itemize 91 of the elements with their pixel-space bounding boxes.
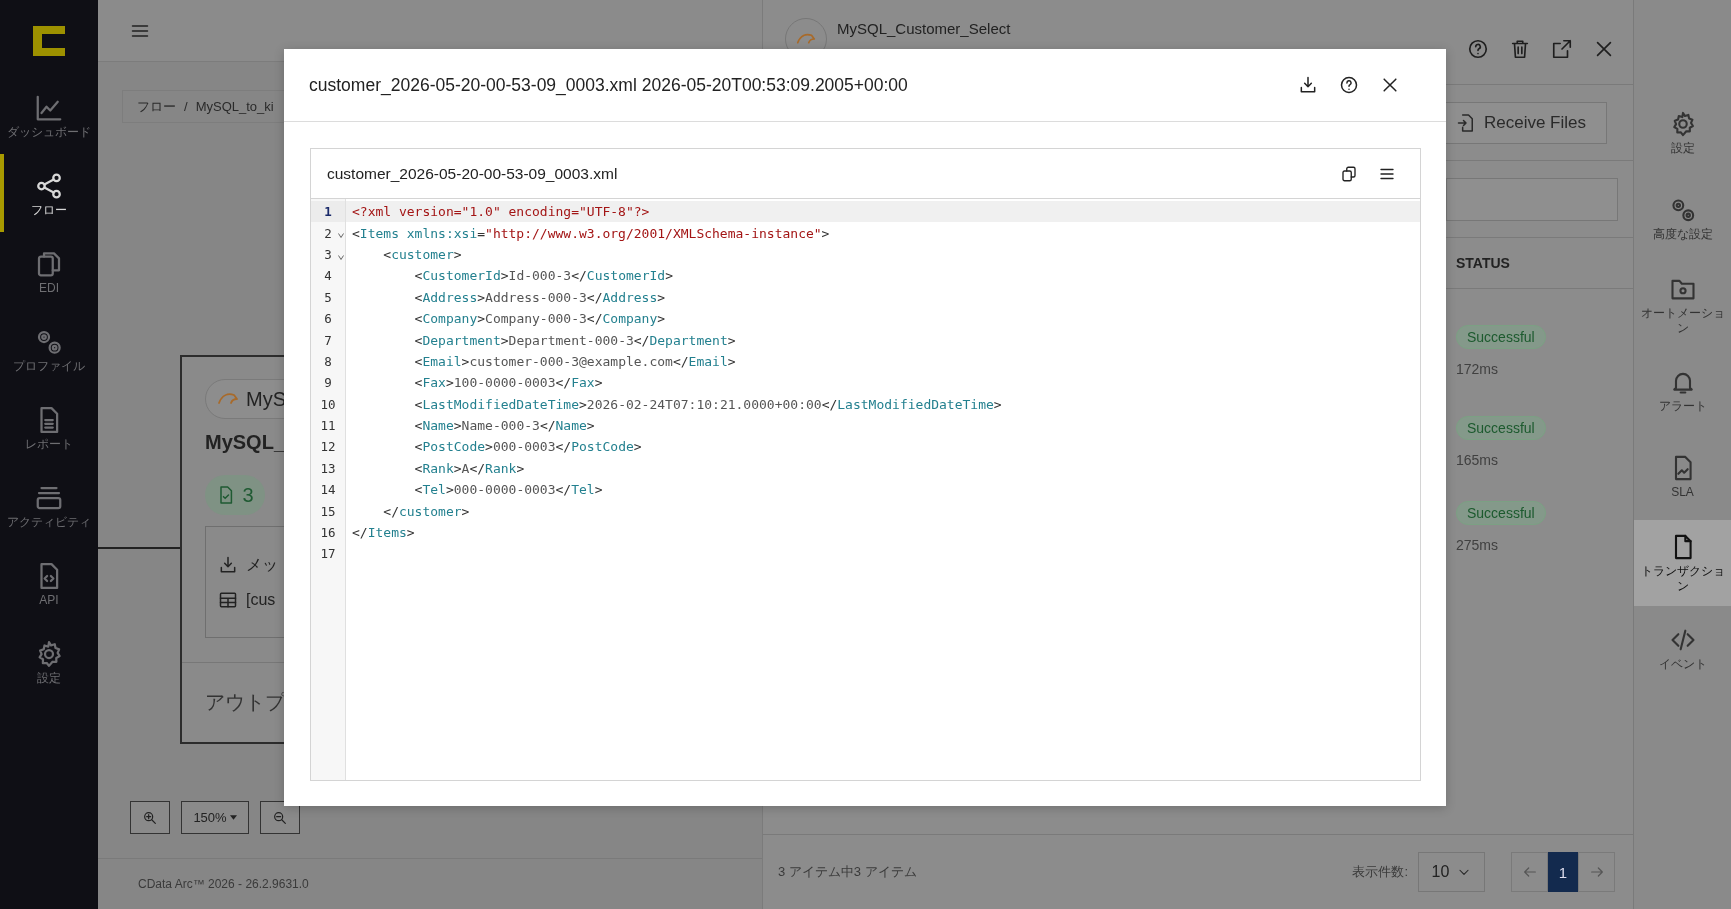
- detail-text: [cus: [246, 590, 276, 609]
- status-badge: Successful: [1456, 416, 1546, 440]
- side-tab[interactable]: アラート: [1634, 348, 1731, 434]
- side-tab[interactable]: オートメーション: [1634, 262, 1731, 348]
- code-line: <Address>Address-000-3</Address>: [413, 289, 666, 305]
- nav-item[interactable]: レポート: [0, 388, 98, 466]
- zoom-in-icon: [142, 809, 158, 826]
- file-name: customer_2026-05-20-00-53-09_0003.xml: [327, 164, 618, 183]
- nav-item[interactable]: API: [0, 544, 98, 622]
- code-line: <customer>: [382, 246, 462, 262]
- download-icon: [218, 555, 238, 575]
- line-number: 6: [324, 311, 332, 327]
- arrow-left-icon: [1521, 864, 1538, 880]
- line-number: 11: [320, 418, 336, 434]
- side-tab[interactable]: 設定: [1634, 90, 1731, 176]
- status-badge: Successful: [1456, 325, 1546, 349]
- trash-icon: [1509, 38, 1531, 60]
- duration-text: 172ms: [1456, 361, 1499, 377]
- side-tab[interactable]: イベント: [1634, 606, 1731, 692]
- connector-name: MyS: [246, 387, 286, 411]
- line-number: 13: [320, 460, 336, 476]
- line-number: 7: [324, 332, 332, 348]
- file-import-icon: [1455, 112, 1476, 133]
- version-text: CData Arc™ 2026 - 26.2.9631.0: [138, 877, 309, 891]
- detail-text: メッ: [246, 554, 278, 575]
- code-line: <Email>customer-000-3@example.com</Email>: [413, 353, 736, 369]
- line-number: 5: [324, 289, 332, 305]
- page-size-dropdown[interactable]: 10: [1418, 852, 1485, 892]
- zoom-out-button[interactable]: [260, 801, 300, 834]
- code-line: </Items>: [352, 525, 415, 541]
- code-line: <CustomerId>Id-000-3</CustomerId>: [413, 268, 673, 284]
- line-number: 4: [324, 268, 332, 284]
- page-size-label: 表示件数:: [1352, 863, 1408, 881]
- fold-chevron-icon[interactable]: [338, 233, 344, 239]
- line-number: 8: [324, 353, 332, 369]
- code-line: <Tel>000-0000-0003</Tel>: [413, 482, 603, 498]
- search-field[interactable]: [1446, 177, 1618, 221]
- side-tab[interactable]: SLA: [1634, 434, 1731, 520]
- fold-chevron-icon[interactable]: [338, 254, 344, 260]
- code-line: <Department>Department-000-3</Department>: [413, 332, 736, 348]
- code-line: <PostCode>000-0003</PostCode>: [413, 439, 642, 455]
- duration-text: 165ms: [1456, 452, 1499, 468]
- line-number: 9: [324, 375, 332, 391]
- copy-icon: [1340, 164, 1358, 183]
- code-line: <LastModifiedDateTime>2026-02-24T07:10:21.0000+00:00</LastModifiedDateTime>: [413, 396, 1002, 412]
- code-line: <Company>Company-000-3</Company>: [413, 311, 666, 327]
- file-count-badge: 3: [205, 475, 265, 515]
- line-number: 2: [324, 225, 332, 241]
- page-button[interactable]: 1: [1548, 852, 1578, 892]
- line-number: 12: [320, 439, 336, 455]
- node-footer-text: アウトプ: [205, 691, 285, 713]
- breadcrumb-text: フロー: [137, 97, 176, 116]
- item-count-text: 3 アイテム中3 アイテム: [778, 863, 917, 881]
- line-number: 10: [320, 396, 336, 412]
- help-icon: [1339, 75, 1359, 95]
- line-number: 15: [320, 503, 336, 519]
- status-badge: Successful: [1456, 501, 1546, 525]
- line-number: 3: [324, 246, 332, 262]
- code-line: <Rank>A</Rank>: [413, 460, 525, 476]
- line-number: 16: [320, 525, 336, 541]
- dialog-title: customer_2026-05-20-00-53-09_0003.xml 2026-05-20T00:53:09.2005+00:00: [309, 74, 908, 96]
- duration-text: 275ms: [1456, 537, 1499, 553]
- nav-item[interactable]: アクティビティ: [0, 466, 98, 544]
- nav-item[interactable]: ダッシュボード: [0, 76, 98, 154]
- node-title: MySQL_: [205, 431, 286, 454]
- external-link-icon: [1551, 38, 1573, 60]
- code-line: <?xml version="1.0" encoding="UTF-8"?>: [352, 204, 650, 220]
- zoom-out-icon: [272, 809, 288, 826]
- side-tab[interactable]: 高度な設定: [1634, 176, 1731, 262]
- column-header: STATUS: [1456, 255, 1510, 271]
- nav-item[interactable]: プロファイル: [0, 310, 98, 388]
- arrow-right-icon: [1588, 864, 1605, 880]
- download-icon: [1298, 75, 1318, 95]
- code-line: <Items xmlns:xsi="http://www.w3.org/2001/XMLSchema-instance">: [352, 225, 830, 241]
- caret-icon: [229, 815, 237, 820]
- line-number: 17: [320, 546, 336, 562]
- help-icon: [1467, 38, 1489, 60]
- logo-icon: [33, 26, 65, 56]
- connector-title: MySQL_Customer_Select: [837, 20, 1011, 37]
- nav-item[interactable]: EDI: [0, 232, 98, 310]
- code-line: </customer>: [382, 503, 470, 519]
- code-line: <Name>Name-000-3</Name>: [413, 418, 595, 434]
- breadcrumb-text: MySQL_to_ki: [195, 99, 274, 114]
- zoom-level-dropdown[interactable]: 150%: [181, 801, 249, 834]
- nav-item[interactable]: 設定: [0, 622, 98, 700]
- line-number: 14: [320, 482, 336, 498]
- zoom-in-button[interactable]: [130, 801, 170, 834]
- code-line: <Fax>100-0000-0003</Fax>: [413, 375, 603, 391]
- side-tab[interactable]: トランザクション: [1634, 520, 1731, 606]
- line-number: 1: [324, 204, 332, 220]
- breadcrumb-text: /: [184, 99, 188, 114]
